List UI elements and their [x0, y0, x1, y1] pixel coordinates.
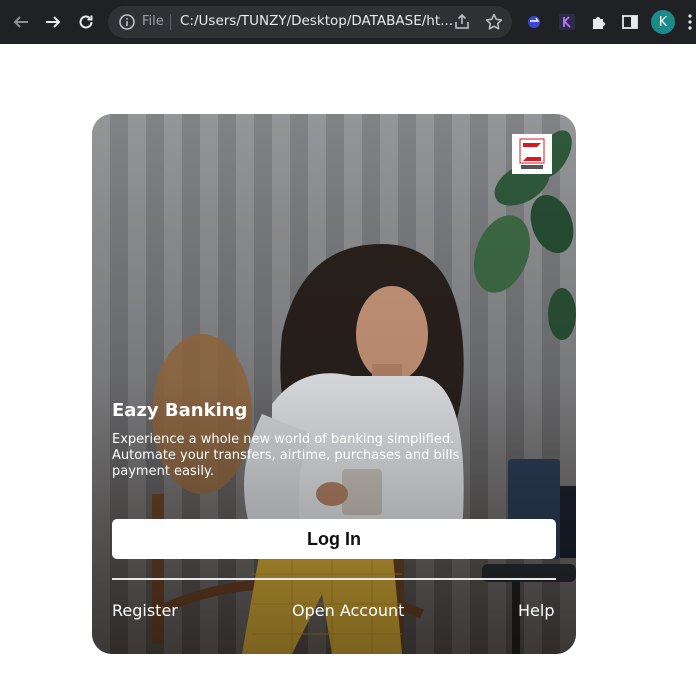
side-panel-icon [622, 15, 638, 29]
forward-button[interactable] [40, 9, 66, 35]
card-headline: Eazy Banking [112, 400, 248, 421]
extension-icon [528, 16, 540, 28]
forward-arrow-icon [46, 16, 61, 28]
side-panel-button[interactable] [619, 11, 641, 33]
extension-k-button[interactable] [556, 11, 578, 33]
puzzle-icon [593, 17, 605, 29]
reload-button[interactable] [73, 9, 99, 35]
info-icon[interactable] [118, 13, 136, 31]
zenith-logo-icon [519, 138, 545, 169]
back-arrow-icon [13, 16, 28, 28]
back-button[interactable] [8, 9, 34, 35]
share-icon[interactable] [452, 12, 472, 32]
overlay-gradient [92, 114, 576, 654]
login-button[interactable]: Log In [112, 519, 556, 559]
extension-button[interactable] [523, 11, 545, 33]
register-link[interactable]: Register [112, 601, 178, 620]
login-card: Eazy Banking Experience a whole new worl… [92, 114, 576, 654]
help-link[interactable]: Help [518, 601, 554, 620]
star-icon[interactable] [484, 12, 504, 32]
open-account-link[interactable]: Open Account [292, 601, 404, 620]
extension-k-icon [559, 14, 575, 30]
url-separator [170, 14, 171, 30]
kebab-menu-icon[interactable] [688, 12, 692, 32]
address-bar[interactable]: File C:/Users/TUNZY/Desktop/DATABASE/ht.… [108, 6, 512, 38]
profile-avatar[interactable]: K [651, 10, 675, 34]
footer-divider [112, 578, 556, 580]
extensions-menu-button[interactable] [588, 11, 610, 33]
browser-toolbar: File C:/Users/TUNZY/Desktop/DATABASE/ht.… [0, 0, 696, 44]
brand-logo [512, 134, 552, 174]
reload-icon [79, 15, 93, 29]
url-text[interactable]: C:/Users/TUNZY/Desktop/DATABASE/ht... [180, 13, 453, 29]
url-scheme-label: File [142, 14, 164, 29]
card-description: Experience a whole new world of banking … [112, 432, 460, 479]
